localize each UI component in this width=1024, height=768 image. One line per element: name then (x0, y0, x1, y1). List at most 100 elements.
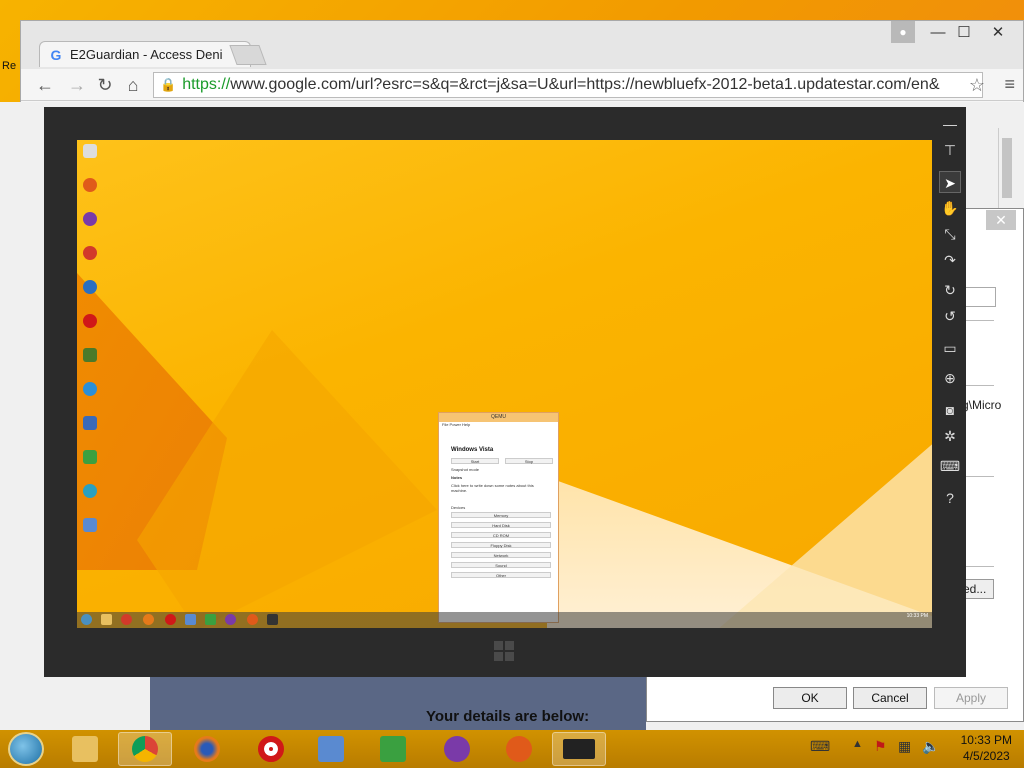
taskbar: ⌨ ▲ ⚑ ▦ 🔈 10:33 PM 4/5/2023 (0, 730, 1024, 768)
scrollbar-thumb[interactable] (1002, 138, 1012, 198)
back-button[interactable]: ← (33, 73, 57, 97)
ok-button[interactable]: OK (773, 687, 847, 709)
apply-button[interactable]: Apply (934, 687, 1008, 709)
forward-button[interactable]: → (65, 73, 89, 97)
reload-button[interactable]: ↻ (93, 73, 117, 97)
device-memory[interactable]: Memory (451, 512, 551, 518)
keyboard-icon[interactable]: ⌨ (939, 455, 961, 477)
recycle-bin-icon[interactable] (83, 144, 97, 158)
taskbar-computer[interactable] (304, 732, 358, 766)
maximize-button[interactable]: ☐ (951, 23, 977, 43)
hand-icon[interactable]: ✋ (939, 197, 961, 219)
taskbar-viewer[interactable] (552, 732, 606, 766)
taskbar-explorer[interactable] (58, 732, 112, 766)
vm-start-button[interactable]: Start (451, 458, 499, 464)
taskbar-audio[interactable] (430, 732, 484, 766)
resize-icon[interactable]: ⤡ (939, 223, 961, 245)
opera-icon[interactable] (83, 314, 97, 328)
details-heading: Your details are below: (426, 708, 590, 725)
start-button[interactable] (8, 732, 44, 766)
browser-tab[interactable]: G E2Guardian - Access Deni ✕ (39, 41, 251, 67)
network-icon[interactable]: ▦ (898, 738, 911, 755)
minimize-button[interactable]: — (925, 23, 951, 43)
keyboard-icon[interactable]: ⌨ (810, 738, 830, 755)
taskbar-notepad[interactable] (366, 732, 420, 766)
volume-icon[interactable]: 🔈 (922, 738, 939, 755)
bookmark-star-icon[interactable]: ☆ (969, 75, 985, 96)
computer-icon[interactable] (83, 416, 97, 430)
remote-opera-icon[interactable] (165, 614, 176, 625)
remote-notepad-icon[interactable] (205, 614, 216, 625)
taskbar-opera[interactable] (244, 732, 298, 766)
vm-window-title: QEMU (439, 413, 558, 422)
vm-menu-bar[interactable]: File Power Help (439, 422, 558, 429)
menu-icon[interactable]: ≡ (1004, 74, 1015, 95)
rotate-cw-icon[interactable]: ↻ (939, 279, 961, 301)
dialog-close-button[interactable]: ✕ (986, 210, 1016, 230)
notepad-icon[interactable] (83, 450, 97, 464)
display-icon[interactable] (83, 518, 97, 532)
taskbar-app[interactable] (492, 732, 546, 766)
headphones-icon[interactable] (83, 212, 97, 226)
app-icon (506, 736, 532, 762)
monitor-icon[interactable]: ▭ (939, 337, 961, 359)
user-profile-button[interactable]: ● (891, 21, 915, 43)
device-hard-disk[interactable]: Hard Disk (451, 522, 551, 528)
firefox-icon[interactable] (83, 280, 97, 294)
vm-manager-window[interactable]: QEMU File Power Help Windows Vista Start… (438, 412, 559, 623)
ie-icon[interactable] (83, 382, 97, 396)
remote-headphones-icon[interactable] (225, 614, 236, 625)
gear-icon[interactable]: ✲ (939, 425, 961, 447)
snapshot-checkbox[interactable]: Snapshot mode (451, 467, 479, 472)
vm-stop-button[interactable]: Stop (505, 458, 553, 464)
camera-icon[interactable]: ◙ (939, 399, 961, 421)
minimize-icon[interactable]: — (939, 113, 961, 135)
app-icon[interactable] (83, 178, 97, 192)
remote-desktop[interactable]: QEMU File Power Help Windows Vista Start… (77, 140, 932, 628)
scrollbar[interactable] (998, 128, 1016, 208)
rotate-ccw-icon[interactable]: ↺ (939, 305, 961, 327)
redo-icon[interactable]: ↷ (939, 249, 961, 271)
remote-computer-icon[interactable] (185, 614, 196, 625)
taskbar-chrome[interactable] (118, 732, 172, 766)
device-floppy[interactable]: Floppy Disk (451, 542, 551, 548)
minecraft-icon[interactable] (83, 348, 97, 362)
remote-viewer-icon[interactable] (267, 614, 278, 625)
action-center-icon[interactable]: ⚑ (874, 738, 887, 755)
device-cdrom[interactable]: CD ROM (451, 532, 551, 538)
remote-firefox-icon[interactable] (143, 614, 154, 625)
remote-start-icon[interactable] (81, 614, 92, 625)
headphones-icon (444, 736, 470, 762)
system-clock[interactable]: 10:33 PM 4/5/2023 (961, 732, 1012, 764)
taskbar-firefox[interactable] (180, 732, 234, 766)
tab-title: E2Guardian - Access Deni (70, 47, 223, 62)
folder-icon (72, 736, 98, 762)
device-sound[interactable]: Sound (451, 562, 551, 568)
home-button[interactable]: ⌂ (121, 73, 145, 97)
dialog-text-field[interactable] (962, 287, 996, 307)
chrome-icon[interactable] (83, 246, 97, 260)
divider (962, 476, 994, 477)
dialog-path-text: g\Micro (962, 398, 1002, 412)
remote-app-icon[interactable] (247, 614, 258, 625)
network-icon[interactable] (83, 484, 97, 498)
address-bar[interactable]: 🔒 https:// www.google.com/url?esrc=s&q=&… (153, 72, 983, 98)
advanced-button[interactable]: ed... (962, 579, 994, 599)
remote-explorer-icon[interactable] (101, 614, 112, 625)
cancel-button[interactable]: Cancel (853, 687, 927, 709)
device-other[interactable]: Other (451, 572, 551, 578)
notes-label: Notes (451, 475, 463, 480)
windows-logo-icon[interactable] (494, 641, 514, 661)
new-tab-button[interactable] (229, 45, 267, 65)
device-network[interactable]: Network (451, 552, 551, 558)
close-button[interactable]: ✕ (985, 23, 1011, 43)
pointer-icon[interactable]: ➤ (939, 171, 961, 193)
wallpaper-shape (137, 330, 437, 628)
notes-hint[interactable]: Click here to write down some notes abou… (451, 483, 551, 493)
remote-chrome-icon[interactable] (121, 614, 132, 625)
pin-icon[interactable]: ⊤ (939, 139, 961, 161)
lock-icon: 🔒 (160, 77, 177, 92)
help-icon[interactable]: ? (939, 487, 961, 509)
globe-icon[interactable]: ⊕ (939, 367, 961, 389)
show-hidden-icons[interactable]: ▲ (852, 738, 863, 750)
